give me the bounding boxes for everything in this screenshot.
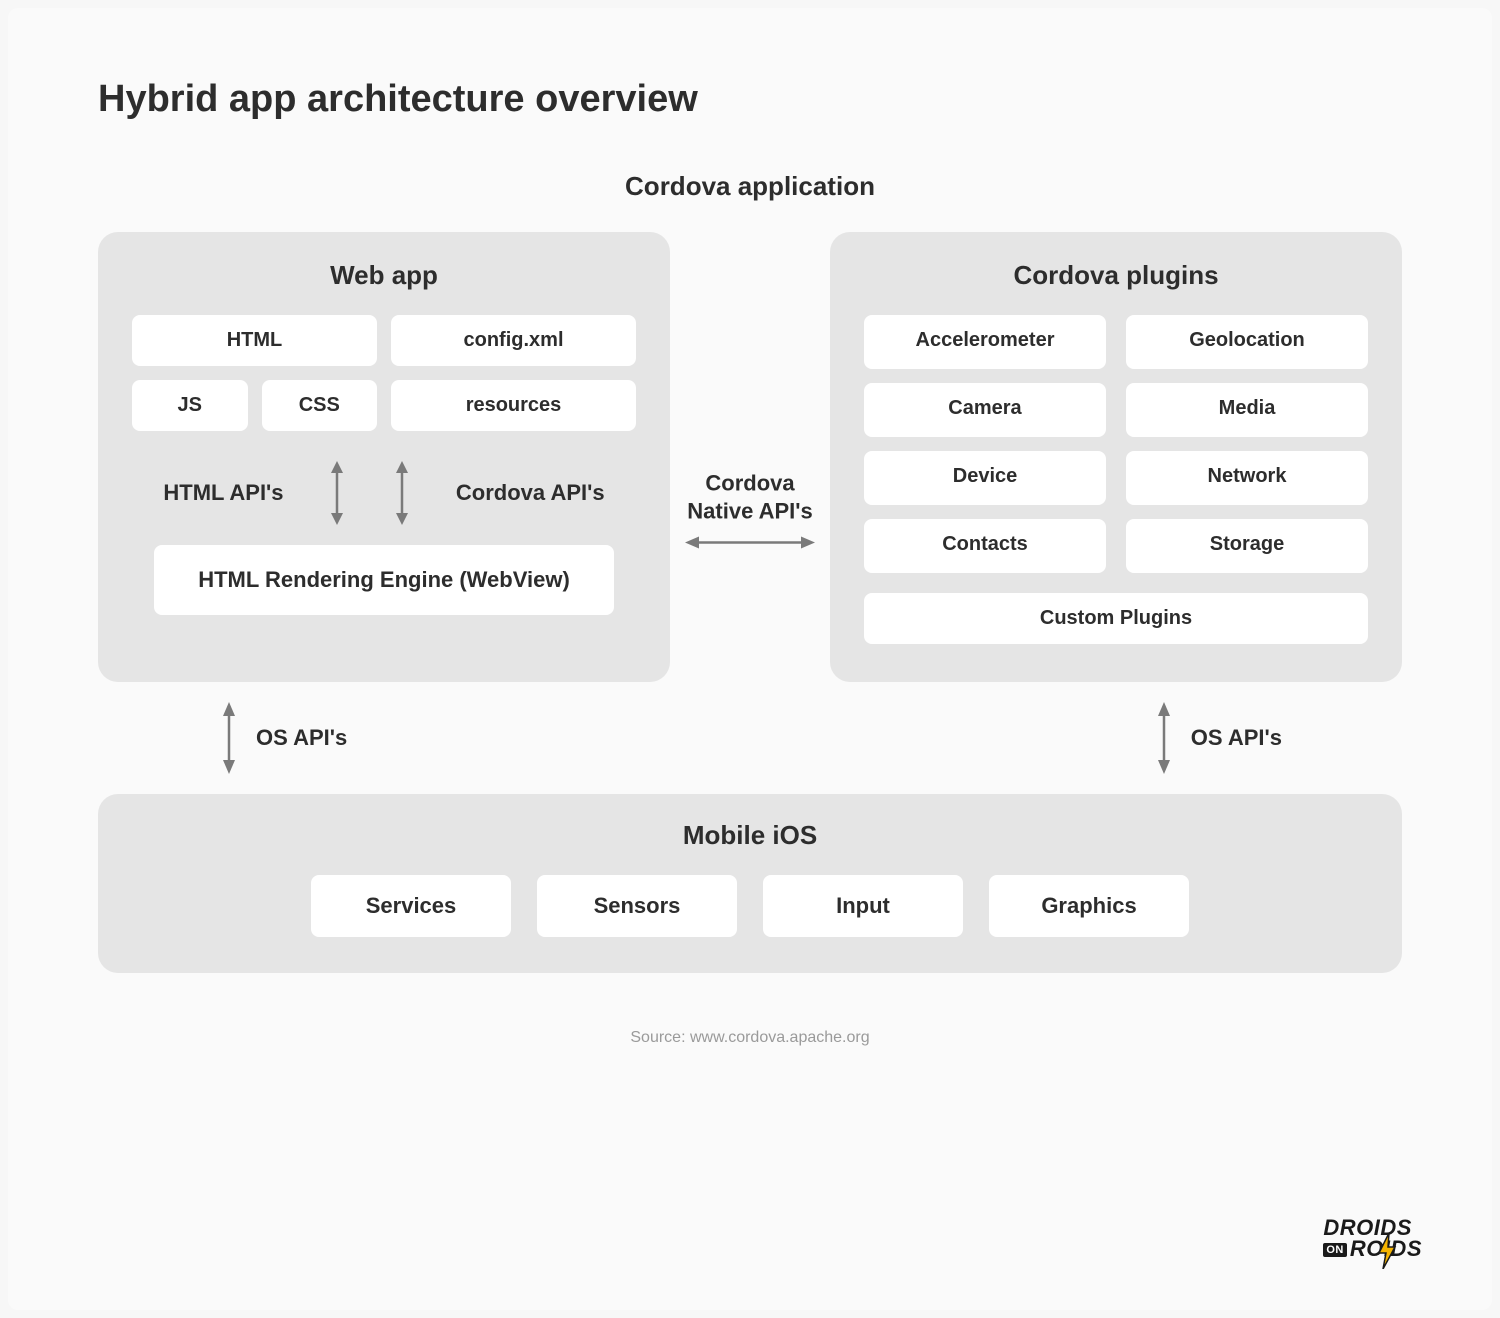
diagram-title: Hybrid app architecture overview bbox=[98, 78, 1402, 121]
box-js: JS bbox=[132, 380, 248, 431]
cordova-plugins-panel: Cordova plugins Accelerometer Geolocatio… bbox=[830, 232, 1402, 682]
box-contacts: Contacts bbox=[864, 519, 1106, 573]
plugins-grid: Accelerometer Geolocation Camera Media D… bbox=[864, 315, 1368, 573]
double-arrow-icon bbox=[326, 461, 348, 525]
box-camera: Camera bbox=[864, 383, 1106, 437]
box-sensors: Sensors bbox=[537, 875, 737, 937]
os-apis-row: OS API's OS API's bbox=[98, 702, 1402, 774]
box-resources: resources bbox=[391, 380, 636, 431]
web-app-title: Web app bbox=[132, 260, 636, 291]
os-apis-label: OS API's bbox=[1191, 725, 1282, 751]
droids-on-roids-logo: DROIDS ONROIDS bbox=[1323, 1218, 1422, 1260]
box-custom-plugins: Custom Plugins bbox=[864, 593, 1368, 644]
box-rendering-engine: HTML Rendering Engine (WebView) bbox=[154, 545, 614, 615]
box-css: CSS bbox=[262, 380, 378, 431]
os-apis-label: OS API's bbox=[256, 725, 347, 751]
box-services: Services bbox=[311, 875, 511, 937]
box-input: Input bbox=[763, 875, 963, 937]
html-apis-label: HTML API's bbox=[163, 480, 283, 506]
mobile-ios-title: Mobile iOS bbox=[138, 820, 1362, 851]
box-accelerometer: Accelerometer bbox=[864, 315, 1106, 369]
box-geolocation: Geolocation bbox=[1126, 315, 1368, 369]
os-api-right: OS API's bbox=[1153, 702, 1282, 774]
logo-line2: ONROIDS bbox=[1323, 1239, 1422, 1260]
diagram-canvas: Hybrid app architecture overview Cordova… bbox=[8, 8, 1492, 1310]
web-app-api-row: HTML API's Cordova API's bbox=[132, 451, 636, 545]
native-apis-connector: Cordova Native API's bbox=[670, 470, 830, 553]
web-app-grid: HTML config.xml JS CSS resources bbox=[132, 315, 636, 431]
double-arrow-horizontal-icon bbox=[685, 533, 815, 553]
native-apis-label: Cordova Native API's bbox=[670, 470, 830, 525]
double-arrow-icon bbox=[1153, 702, 1175, 774]
mobile-ios-panel: Mobile iOS Services Sensors Input Graphi… bbox=[98, 794, 1402, 973]
cordova-apis-label: Cordova API's bbox=[456, 480, 605, 506]
top-row: Web app HTML config.xml JS CSS resources… bbox=[98, 232, 1402, 682]
web-app-panel: Web app HTML config.xml JS CSS resources… bbox=[98, 232, 670, 682]
box-html: HTML bbox=[132, 315, 377, 366]
double-arrow-icon bbox=[391, 461, 413, 525]
bolt-icon bbox=[1377, 1233, 1397, 1269]
logo-on: ON bbox=[1323, 1243, 1347, 1257]
double-arrow-icon bbox=[218, 702, 240, 774]
mobile-ios-grid: Services Sensors Input Graphics bbox=[138, 875, 1362, 937]
cordova-plugins-title: Cordova plugins bbox=[864, 260, 1368, 291]
box-config-xml: config.xml bbox=[391, 315, 636, 366]
os-api-left: OS API's bbox=[218, 702, 347, 774]
box-graphics: Graphics bbox=[989, 875, 1189, 937]
cordova-app-label: Cordova application bbox=[98, 171, 1402, 202]
box-media: Media bbox=[1126, 383, 1368, 437]
source-text: Source: www.cordova.apache.org bbox=[98, 1029, 1402, 1047]
box-storage: Storage bbox=[1126, 519, 1368, 573]
box-device: Device bbox=[864, 451, 1106, 505]
box-network: Network bbox=[1126, 451, 1368, 505]
